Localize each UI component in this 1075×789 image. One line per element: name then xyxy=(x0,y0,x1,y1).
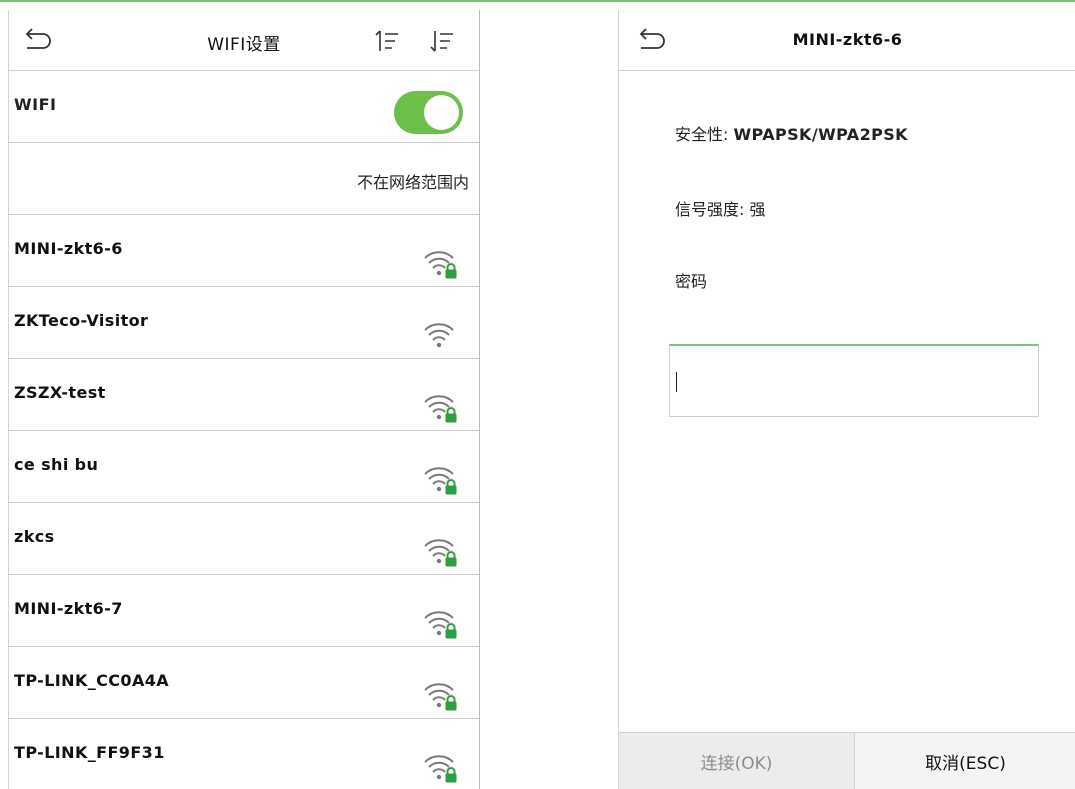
network-list-item[interactable]: TP-LINK_FF9F31 xyxy=(9,719,479,789)
network-name: MINI-zkt6-6 xyxy=(14,239,123,258)
network-list-item[interactable]: MINI-zkt6-7 xyxy=(9,575,479,647)
wifi-icon xyxy=(424,323,454,348)
wifi-settings-panel: WIFI设置 WIFI 不在网络范围内 MINI-zkt6-6 ZKTeco-V… xyxy=(8,10,480,789)
top-accent-line xyxy=(0,0,1075,2)
network-name: TP-LINK_FF9F31 xyxy=(14,743,165,762)
dialog-footer: 连接(OK) 取消(ESC) xyxy=(619,732,1075,789)
password-input[interactable] xyxy=(669,344,1039,417)
wifi-toggle-switch[interactable] xyxy=(394,91,463,134)
page-title: WIFI设置 xyxy=(207,35,281,55)
password-label: 密码 xyxy=(675,272,708,291)
security-value: WPAPSK/WPA2PSK xyxy=(733,125,908,144)
wifi-lock-icon xyxy=(424,251,457,279)
wifi-lock-icon xyxy=(424,395,457,423)
network-list-item[interactable]: ZKTeco-Visitor xyxy=(9,287,479,359)
cancel-button[interactable]: 取消(ESC) xyxy=(855,733,1075,789)
connect-button[interactable]: 连接(OK) xyxy=(619,733,855,789)
network-name: ZSZX-test xyxy=(14,383,106,402)
wifi-lock-icon xyxy=(424,683,457,711)
signal-value: 强 xyxy=(749,200,766,219)
text-caret xyxy=(676,372,677,392)
wifi-lock-icon xyxy=(424,539,457,567)
wifi-lock-icon xyxy=(424,611,457,639)
network-list-item[interactable]: TP-LINK_CC0A4A xyxy=(9,647,479,719)
wifi-toggle-row: WIFI xyxy=(9,71,479,143)
network-name: ce shi bu xyxy=(14,455,99,474)
network-detail-header: MINI-zkt6-6 xyxy=(619,10,1075,71)
network-list-item[interactable]: ce shi bu xyxy=(9,431,479,503)
network-list-item[interactable]: zkcs xyxy=(9,503,479,575)
network-status-row: 不在网络范围内 xyxy=(9,143,479,215)
network-name: ZKTeco-Visitor xyxy=(14,311,149,330)
signal-info: 信号强度: 强 xyxy=(675,196,766,220)
wifi-settings-header: WIFI设置 xyxy=(9,10,479,71)
wifi-toggle-label: WIFI xyxy=(14,95,57,114)
sort-descending-icon[interactable] xyxy=(430,27,458,55)
wifi-lock-icon xyxy=(424,467,457,495)
signal-label: 信号强度: xyxy=(675,200,745,219)
network-list-item[interactable]: MINI-zkt6-6 xyxy=(9,215,479,287)
network-name: TP-LINK_CC0A4A xyxy=(14,671,170,690)
network-detail-panel: MINI-zkt6-6 安全性: WPAPSK/WPA2PSK 信号强度: 强 … xyxy=(618,10,1075,789)
network-name: MINI-zkt6-7 xyxy=(14,599,123,618)
network-status-text: 不在网络范围内 xyxy=(356,173,469,192)
network-detail-title: MINI-zkt6-6 xyxy=(792,30,903,49)
sort-ascending-icon[interactable] xyxy=(375,27,403,55)
toggle-knob xyxy=(424,95,459,130)
wifi-lock-icon xyxy=(424,755,457,783)
network-list-item[interactable]: ZSZX-test xyxy=(9,359,479,431)
security-info: 安全性: WPAPSK/WPA2PSK xyxy=(675,121,908,145)
security-label: 安全性: xyxy=(675,125,729,144)
network-name: zkcs xyxy=(14,527,55,546)
network-list: MINI-zkt6-6 ZKTeco-Visitor ZSZX-test ce … xyxy=(9,215,479,789)
